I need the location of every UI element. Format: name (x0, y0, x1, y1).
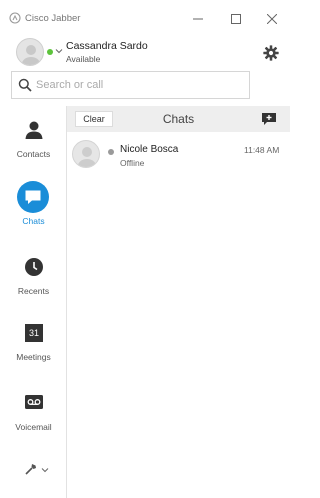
nav-item-meetings[interactable]: 31 Meetings (0, 320, 67, 380)
nav-label-voicemail: Voicemail (15, 422, 52, 432)
contact-status: Offline (120, 158, 145, 168)
person-icon (25, 121, 43, 139)
nav-label-meetings: Meetings (16, 352, 51, 362)
chats-title: Chats (162, 112, 195, 126)
wrench-icon (25, 464, 36, 475)
tools-menu-button[interactable] (24, 462, 50, 476)
user-header: Cassandra Sardo Available (0, 34, 290, 106)
minimize-icon (193, 18, 203, 20)
search-icon (18, 78, 32, 92)
default-avatar-icon (22, 45, 40, 65)
jabber-logo-icon (9, 12, 21, 24)
search-box[interactable] (11, 71, 250, 99)
new-chat-icon[interactable] (261, 112, 277, 126)
presence-indicator (47, 49, 53, 55)
nav-item-chats[interactable]: Chats (0, 180, 67, 240)
nav-label-contacts: Contacts (16, 149, 51, 159)
maximize-icon (231, 14, 241, 24)
jabber-window: Cisco Jabber Cassandra Sardo Available S… (0, 0, 290, 498)
default-avatar-icon (78, 147, 96, 167)
chats-toolbar: Clear Chats (67, 106, 290, 132)
chats-pane: Clear Chats Nicole Bosca Offline 11:48 A… (67, 106, 290, 498)
nav-label-recents: Recents (17, 286, 50, 296)
user-avatar[interactable] (16, 38, 44, 66)
chat-bubble-icon (17, 181, 49, 213)
chevron-down-icon[interactable] (55, 47, 63, 55)
contact-name: Nicole Bosca (120, 144, 179, 155)
chat-timestamp: 11:48 AM (244, 145, 280, 155)
nav-item-voicemail[interactable]: Voicemail (0, 389, 67, 449)
nav-item-recents[interactable]: Recents (0, 252, 67, 312)
clock-icon (25, 258, 43, 276)
chat-list-item[interactable]: Nicole Bosca Offline 11:48 AM (67, 136, 290, 174)
contact-presence-indicator (108, 149, 114, 155)
title-bar: Cisco Jabber (0, 0, 290, 34)
gear-icon[interactable] (262, 44, 280, 62)
nav-item-contacts[interactable]: Contacts (0, 114, 67, 174)
window-title: Cisco Jabber (25, 13, 81, 24)
close-icon (267, 14, 277, 24)
search-input[interactable] (36, 73, 249, 97)
minimize-button[interactable] (188, 9, 208, 29)
user-status[interactable]: Available (66, 54, 100, 64)
contact-avatar (72, 140, 100, 168)
nav-label-chats: Chats (22, 216, 45, 226)
chevron-down-icon (41, 468, 49, 473)
left-nav: Contacts Chats Recents 31 Meetings Voice… (0, 106, 67, 498)
user-name[interactable]: Cassandra Sardo (66, 40, 148, 52)
voicemail-icon (25, 395, 43, 409)
calendar-icon: 31 (25, 324, 43, 342)
close-button[interactable] (262, 9, 282, 29)
maximize-button[interactable] (226, 9, 246, 29)
